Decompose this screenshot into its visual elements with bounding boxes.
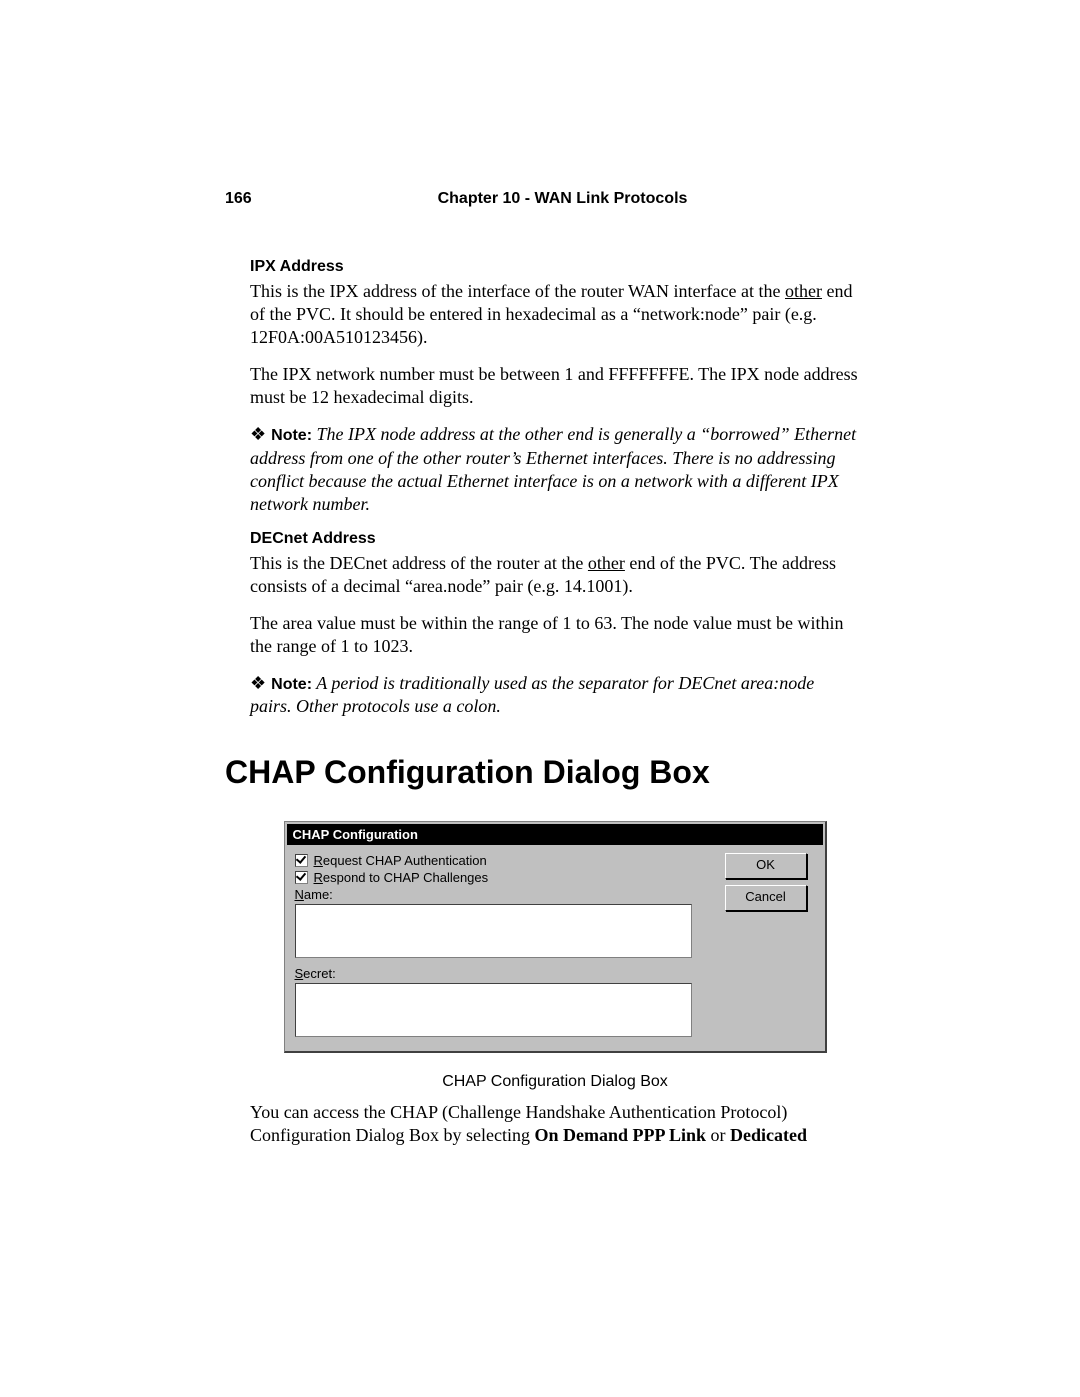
underlined-other: other — [785, 281, 822, 301]
respond-chap-checkbox[interactable] — [295, 871, 308, 884]
request-chap-checkbox[interactable] — [295, 854, 308, 867]
decnet-paragraph-2: The area value must be within the range … — [250, 612, 860, 658]
page-number: 166 — [225, 190, 265, 208]
secret-field[interactable] — [295, 983, 692, 1037]
dialog-body: Request CHAP Authentication Respond to C… — [285, 847, 825, 1041]
underlined-other: other — [588, 553, 625, 573]
page-header: 166 Chapter 10 - WAN Link Protocols — [225, 190, 860, 208]
decnet-note: ❖ Note: A period is traditionally used a… — [250, 672, 860, 719]
note-bullet-icon: ❖ — [250, 673, 271, 693]
label-rest: equest CHAP Authentication — [323, 853, 487, 868]
ok-button[interactable]: OK — [725, 853, 807, 879]
ipx-paragraph-2: The IPX network number must be between 1… — [250, 363, 860, 409]
cancel-button[interactable]: Cancel — [725, 885, 807, 911]
chapter-title: Chapter 10 - WAN Link Protocols — [265, 190, 860, 208]
note-bullet-icon: ❖ — [250, 424, 271, 444]
accelerator: N — [295, 887, 304, 902]
bold-text: On Demand PPP Link — [534, 1125, 706, 1145]
accelerator: S — [295, 966, 304, 981]
respond-chap-row[interactable]: Respond to CHAP Challenges — [295, 870, 715, 885]
ipx-note: ❖ Note: The IPX node address at the othe… — [250, 423, 860, 516]
decnet-paragraph-1: This is the DECnet address of the router… — [250, 552, 860, 598]
label-rest: ecret: — [303, 966, 336, 981]
note-text: The IPX node address at the other end is… — [250, 424, 856, 514]
request-chap-label: Request CHAP Authentication — [314, 853, 487, 868]
ipx-paragraph-1: This is the IPX address of the interface… — [250, 280, 860, 349]
secret-label: Secret: — [295, 966, 715, 981]
dialog-left-column: Request CHAP Authentication Respond to C… — [295, 853, 715, 1037]
note-label: Note: — [271, 676, 312, 693]
label-rest: ame: — [304, 887, 333, 902]
text: This is the DECnet address of the router… — [250, 553, 588, 573]
request-chap-row[interactable]: Request CHAP Authentication — [295, 853, 715, 868]
note-label: Note: — [271, 427, 312, 444]
document-page: 166 Chapter 10 - WAN Link Protocols IPX … — [0, 0, 1080, 1397]
respond-chap-label: Respond to CHAP Challenges — [314, 870, 489, 885]
text: or — [706, 1125, 730, 1145]
chap-paragraph: You can access the CHAP (Challenge Hands… — [250, 1101, 860, 1147]
accelerator: R — [314, 870, 323, 885]
label-rest: espond to CHAP Challenges — [323, 870, 488, 885]
note-text: A period is traditionally used as the se… — [250, 673, 814, 716]
bold-text: Dedicated — [730, 1125, 807, 1145]
name-field[interactable] — [295, 904, 692, 958]
name-label: Name: — [295, 887, 715, 902]
chap-h1: CHAP Configuration Dialog Box — [225, 754, 860, 791]
chap-dialog: CHAP Configuration Request CHAP Authenti… — [284, 821, 827, 1053]
decnet-heading: DECnet Address — [250, 530, 860, 548]
page-content: IPX Address This is the IPX address of t… — [250, 258, 860, 1147]
accelerator: R — [314, 853, 323, 868]
ipx-heading: IPX Address — [250, 258, 860, 276]
dialog-titlebar: CHAP Configuration — [287, 824, 823, 845]
figure-caption: CHAP Configuration Dialog Box — [250, 1073, 860, 1091]
dialog-right-column: OK Cancel — [715, 853, 815, 1037]
text: This is the IPX address of the interface… — [250, 281, 785, 301]
